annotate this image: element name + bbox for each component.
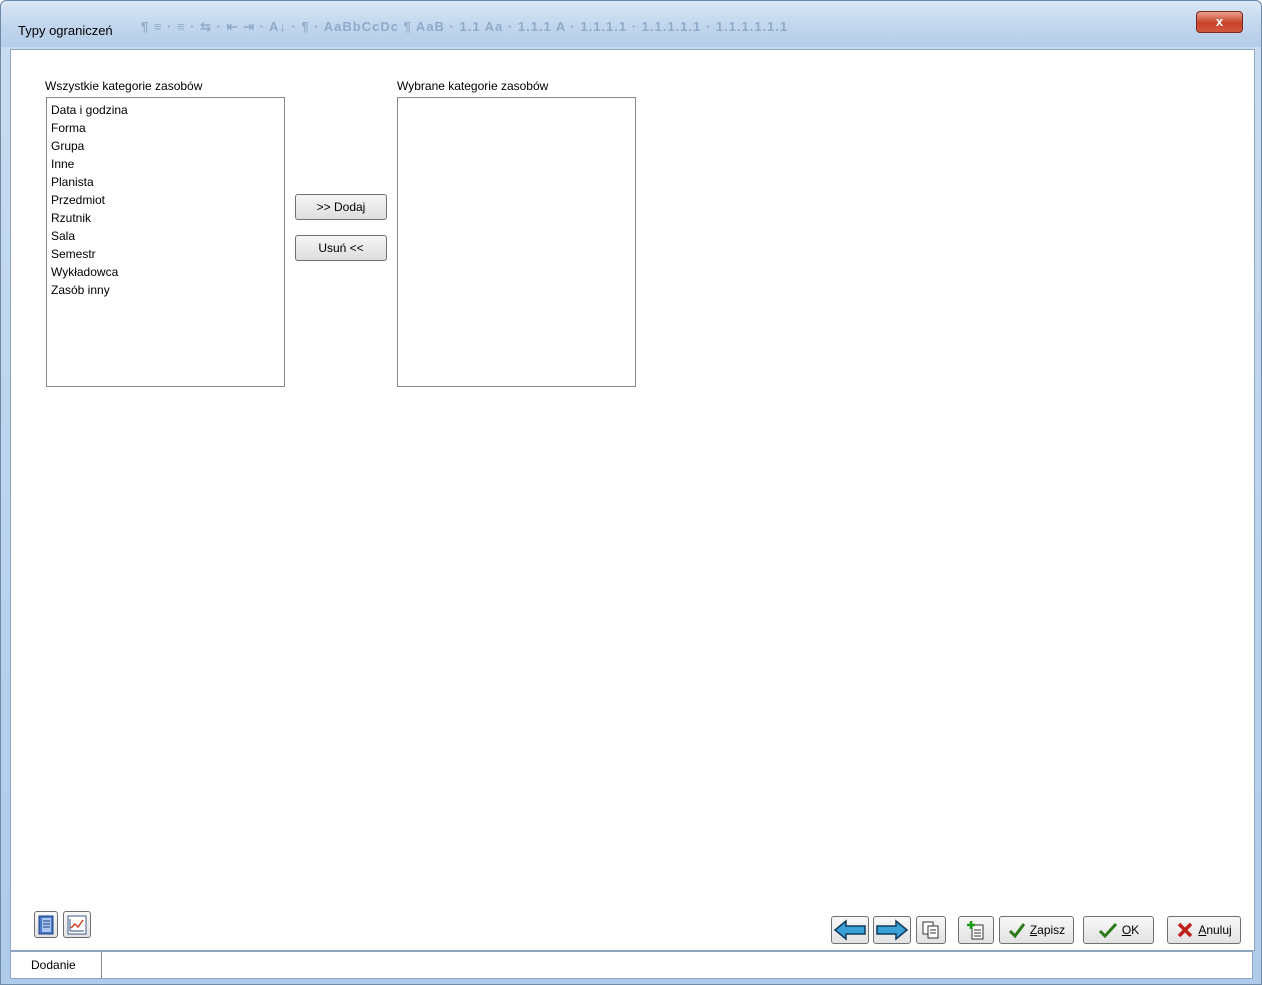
new-document-icon [967, 921, 984, 940]
ok-button-label: OK [1121, 923, 1140, 937]
copy-icon [922, 921, 939, 939]
list-item[interactable]: Inne [51, 155, 280, 173]
cancel-button-label: Anuluj [1198, 923, 1232, 937]
list-item[interactable]: Przedmiot [51, 191, 280, 209]
arrow-right-icon [876, 919, 909, 941]
notebook-button[interactable] [34, 911, 58, 938]
add-button[interactable]: >> Dodaj [295, 194, 387, 220]
all-categories-listbox[interactable]: Data i godzina Forma Grupa Inne Planista Prze… [46, 97, 285, 387]
list-item[interactable]: Data i godzina [51, 101, 280, 119]
left-list-label: Wszystkie kategorie zasobów [45, 79, 203, 93]
previous-button[interactable] [831, 916, 869, 944]
notebook-icon [38, 915, 54, 934]
list-item[interactable]: Wykładowca [51, 263, 280, 281]
copy-button[interactable] [916, 916, 946, 944]
save-button-label: Zapisz [1029, 923, 1066, 937]
title-bar: ¶ ≡ · ≡ · ⇆ · ⇤ ⇥ · A↓ · ¶ · AaBbCcDc ¶ … [1, 1, 1261, 47]
window-title: Typy ograniczeń [18, 23, 113, 38]
background-toolbar-ghost: ¶ ≡ · ≡ · ⇆ · ⇤ ⇥ · A↓ · ¶ · AaBbCcDc ¶ … [141, 19, 789, 34]
chart-edit-button[interactable] [63, 911, 91, 938]
status-bar: Dodanie [10, 951, 1253, 979]
ok-button[interactable]: OK [1083, 916, 1154, 944]
chart-edit-icon [67, 915, 87, 934]
list-item[interactable]: Zasób inny [51, 281, 280, 299]
save-button[interactable]: Zapisz [999, 916, 1074, 944]
new-record-button[interactable] [958, 916, 994, 944]
remove-button[interactable]: Usuń << [295, 235, 387, 261]
cancel-x-icon [1178, 922, 1193, 938]
list-item[interactable]: Rzutnik [51, 209, 280, 227]
list-item[interactable]: Sala [51, 227, 280, 245]
list-item[interactable]: Planista [51, 173, 280, 191]
next-button[interactable] [873, 916, 911, 944]
right-list-label: Wybrane kategorie zasobów [397, 79, 549, 93]
checkmark-icon [1098, 922, 1117, 939]
cancel-button[interactable]: Anuluj [1167, 916, 1241, 944]
list-item[interactable]: Forma [51, 119, 280, 137]
dialog-window: ¶ ≡ · ≡ · ⇆ · ⇤ ⇥ · A↓ · ¶ · AaBbCcDc ¶ … [0, 0, 1262, 985]
list-item[interactable]: Semestr [51, 245, 280, 263]
selected-categories-listbox[interactable] [397, 97, 636, 387]
list-item[interactable]: Grupa [51, 137, 280, 155]
checkmark-icon [1008, 923, 1026, 939]
close-button[interactable]: x [1196, 11, 1243, 33]
dialog-client-area: Wszystkie kategorie zasobów Data i godzi… [10, 49, 1255, 951]
status-mode: Dodanie [21, 952, 102, 978]
arrow-left-icon [833, 919, 866, 941]
